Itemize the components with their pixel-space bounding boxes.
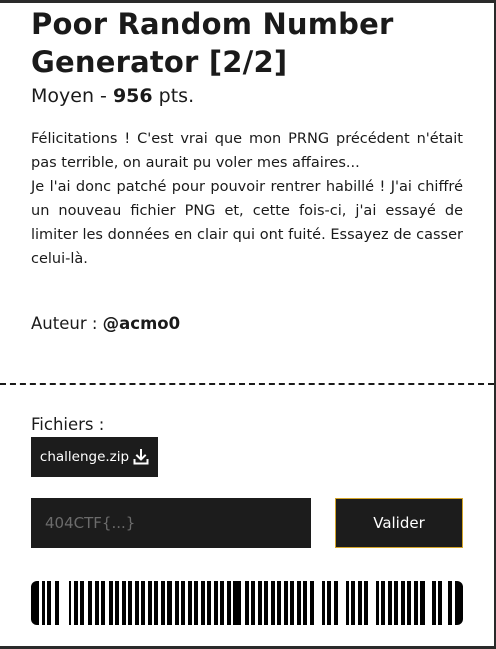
meta-separator: -: [100, 85, 107, 107]
dashed-divider: [0, 383, 494, 385]
description-paragraph: Félicitations ! C'est vrai que mon PRNG …: [31, 131, 463, 171]
barcode-decoration: [31, 581, 463, 625]
submit-flag-button[interactable]: Valider: [335, 498, 463, 548]
challenge-card: Poor Random Number Generator [2/2] Moyen…: [0, 3, 496, 646]
author-name: @acmo0: [102, 314, 181, 333]
points-value: 956: [112, 85, 153, 107]
description-paragraph: Je l'ai donc patché pour pouvoir rentrer…: [31, 179, 463, 267]
challenge-meta: Moyen - 956 pts.: [31, 83, 194, 109]
challenge-title: Poor Random Number Generator [2/2]: [31, 7, 394, 79]
download-file-button[interactable]: challenge.zip: [31, 437, 158, 477]
download-icon: [133, 449, 149, 465]
points-unit: pts.: [158, 85, 195, 107]
challenge-description: Félicitations ! C'est vrai que mon PRNG …: [31, 127, 463, 271]
author-line: Auteur : @acmo0: [31, 312, 180, 336]
flag-input[interactable]: [31, 498, 311, 548]
author-label: Auteur :: [31, 314, 98, 333]
file-name: challenge.zip: [39, 449, 130, 465]
files-label: Fichiers :: [31, 415, 105, 434]
difficulty-label: Moyen: [31, 85, 94, 107]
